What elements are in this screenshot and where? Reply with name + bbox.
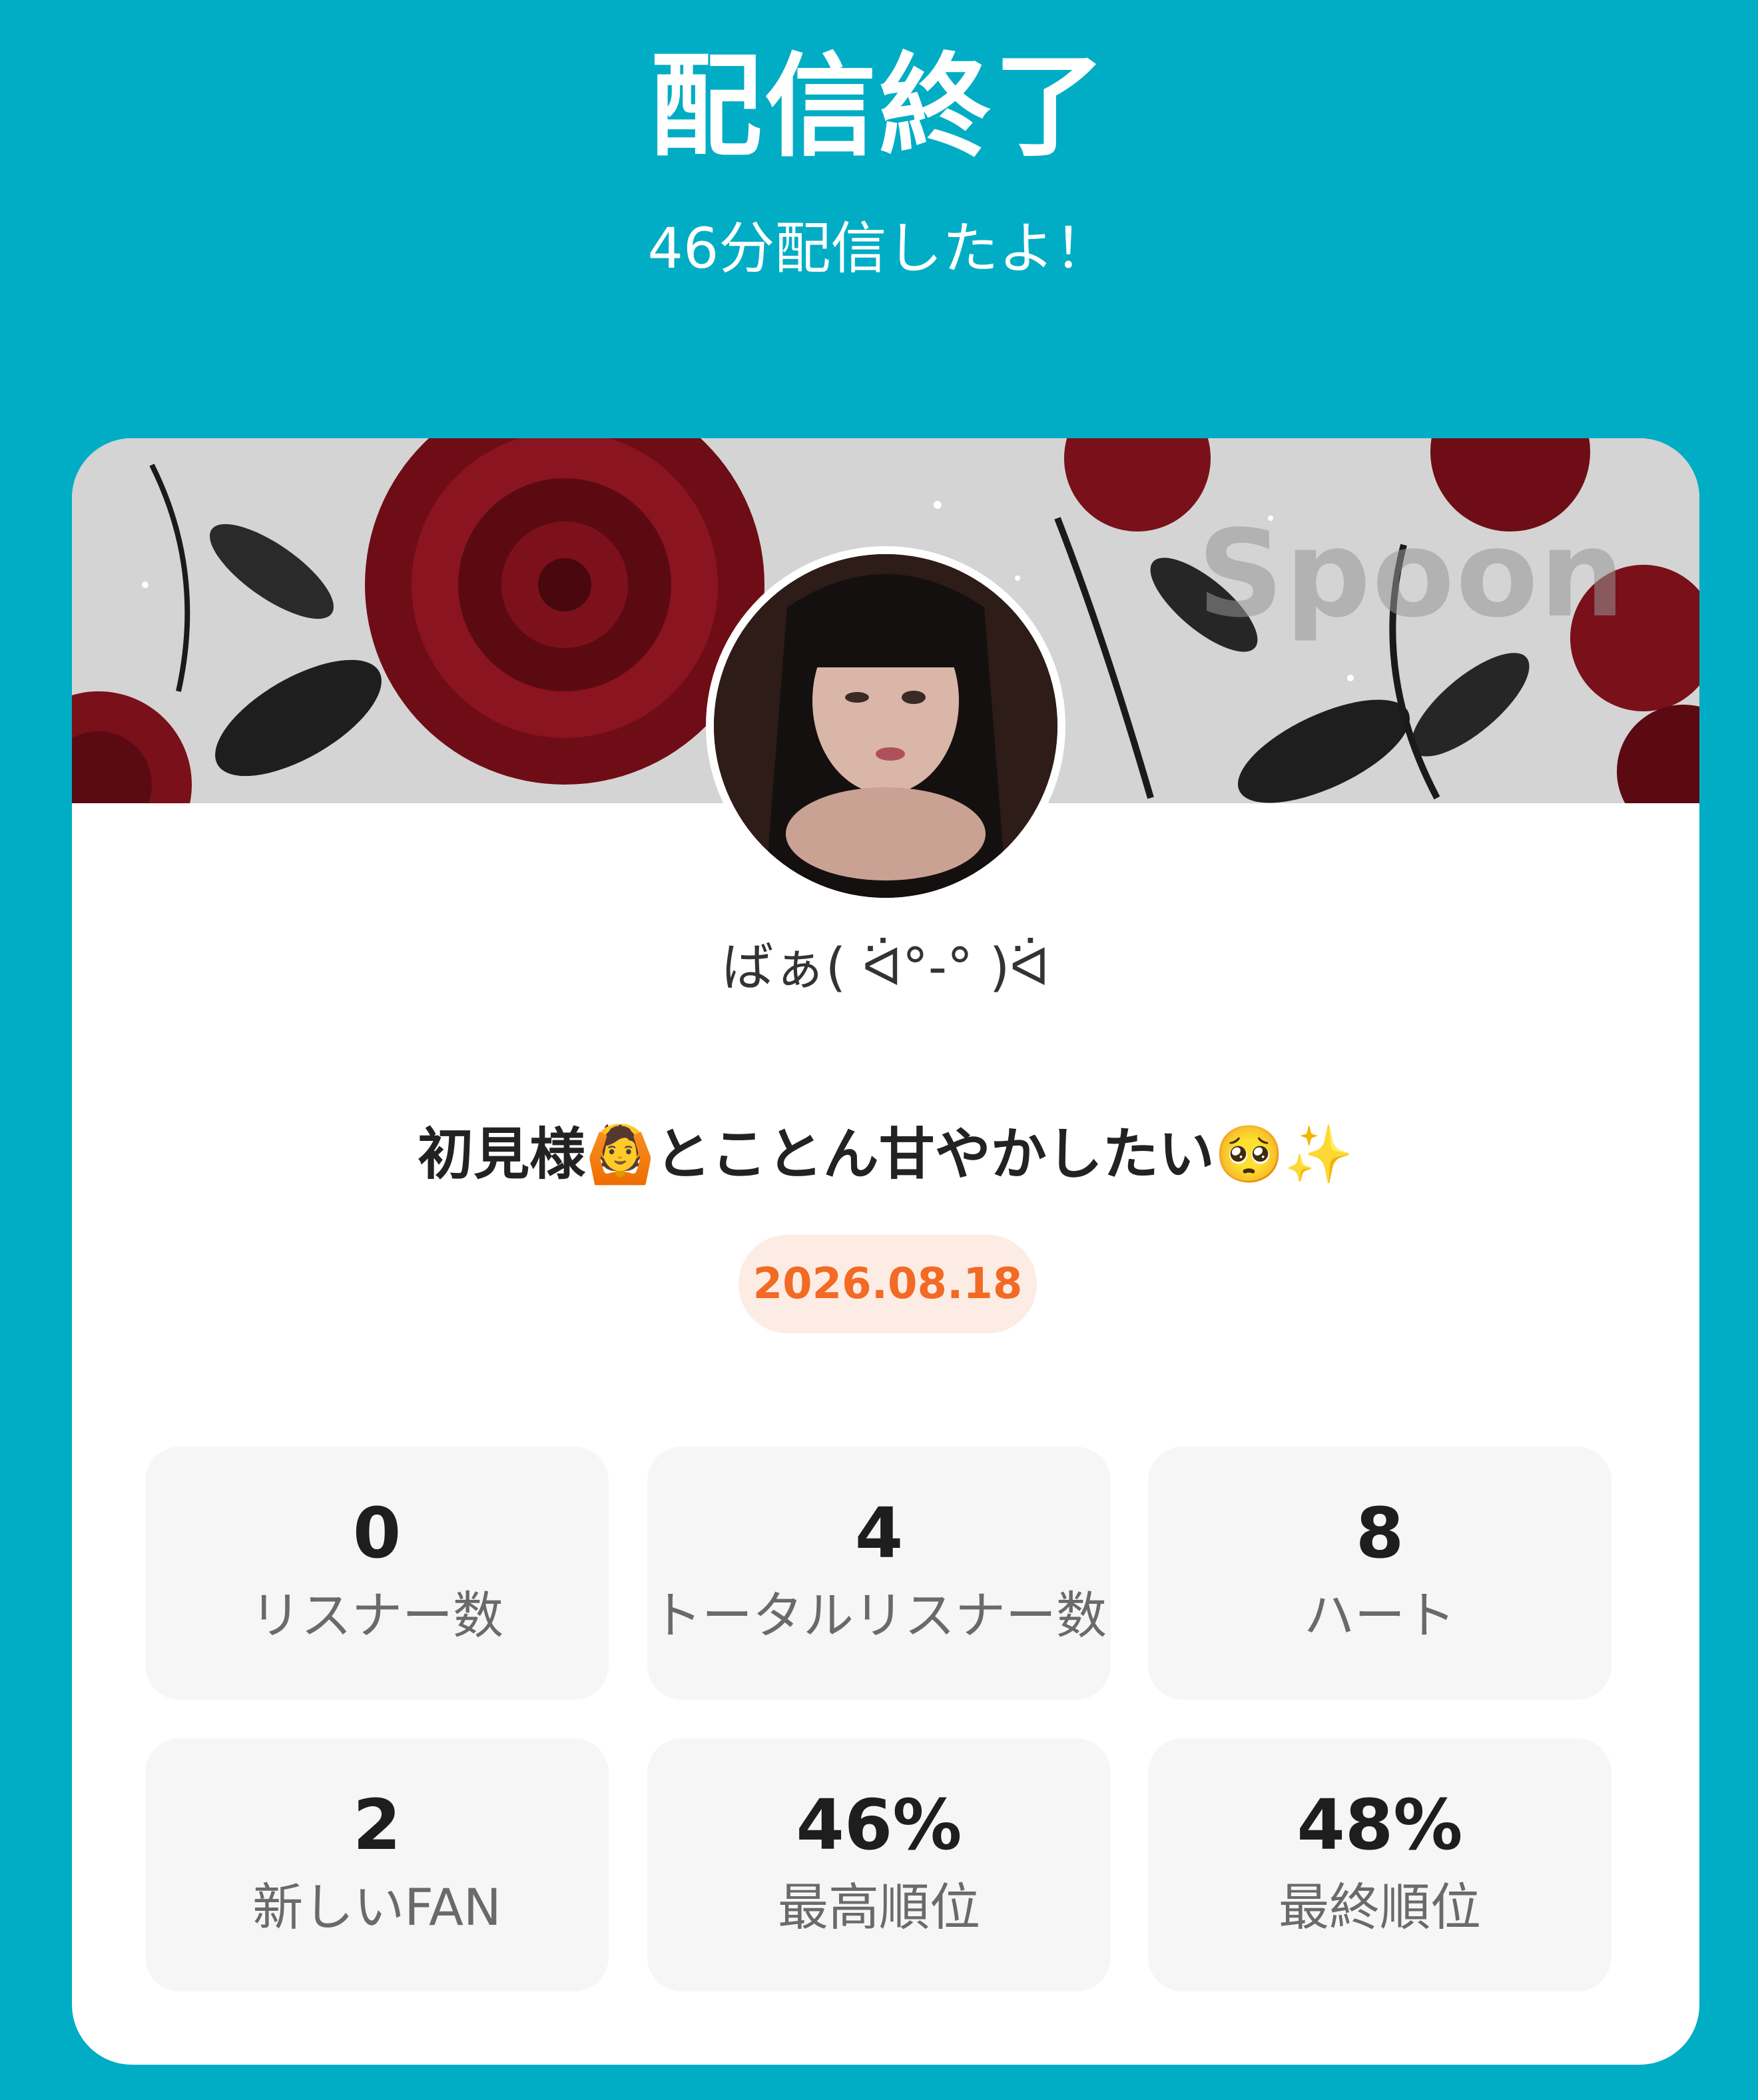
stat-hearts: 8 ハート xyxy=(1148,1447,1612,1700)
stat-label: 新しいFAN xyxy=(252,1878,501,1937)
stat-final-rank: 48% 最終順位 xyxy=(1148,1738,1612,1991)
stat-value: 46% xyxy=(796,1784,962,1866)
page-title: 配信終了 xyxy=(650,41,1108,172)
spoon-watermark: Spoon xyxy=(1197,505,1626,644)
stat-value: 2 xyxy=(352,1784,402,1866)
broadcast-duration: 46分配信したよ！ xyxy=(647,216,1111,281)
date-badge: 2026.08.18 xyxy=(738,1235,1037,1333)
stat-label: 最高順位 xyxy=(778,1878,980,1937)
stat-label: トータルリスナー数 xyxy=(651,1586,1107,1645)
broadcast-summary-card: Spoon ばぁ( ᐛ°-° )ᐛ 初見様🙆とことん甘やかしたい🥺✨ 2026.… xyxy=(72,438,1699,2065)
stat-value: 4 xyxy=(854,1493,904,1574)
stat-highest-rank: 46% 最高順位 xyxy=(647,1738,1111,1991)
stat-value: 0 xyxy=(352,1493,402,1574)
stat-value: 48% xyxy=(1297,1784,1463,1866)
username: ばぁ( ᐛ°-° )ᐛ xyxy=(721,938,1050,998)
avatar-image xyxy=(714,554,1057,898)
stat-value: 8 xyxy=(1355,1493,1404,1574)
avatar[interactable] xyxy=(706,546,1065,906)
stat-listeners: 0 リスナー数 xyxy=(145,1447,609,1700)
stat-new-fans: 2 新しいFAN xyxy=(145,1738,609,1991)
stat-label: リスナー数 xyxy=(250,1586,503,1645)
stat-label: 最終順位 xyxy=(1279,1878,1481,1937)
stat-total-listeners: 4 トータルリスナー数 xyxy=(647,1447,1111,1700)
stream-title: 初見様🙆とことん甘やかしたい🥺✨ xyxy=(418,1122,1354,1187)
stat-label: ハート xyxy=(1304,1586,1456,1645)
